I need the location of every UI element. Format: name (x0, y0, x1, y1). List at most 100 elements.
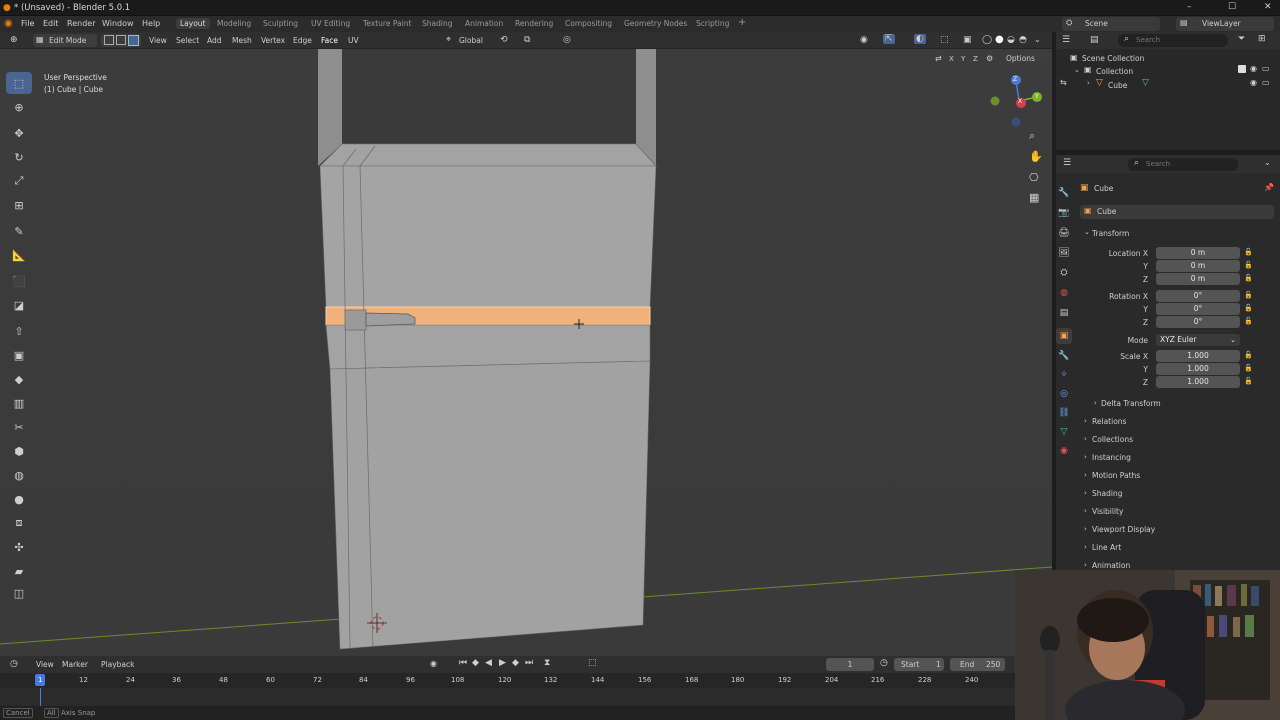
tab-geometry-nodes[interactable]: Geometry Nodes (624, 19, 687, 28)
gizmo-toggle-icon[interactable]: ⇱ (883, 34, 895, 44)
location-x-lock-icon[interactable]: 🔓 (1244, 248, 1253, 256)
smooth-tool-icon[interactable]: ● (6, 488, 32, 510)
mirror-y-toggle[interactable]: Y (961, 55, 965, 63)
transform-header[interactable]: Transform (1092, 229, 1129, 238)
3d-viewport[interactable]: User Perspective (1) Cube | Cube ⇄ X Y Z… (0, 49, 1052, 656)
tab-animation[interactable]: Animation (465, 19, 503, 28)
collections-expand-icon[interactable]: › (1084, 435, 1087, 443)
mirror-z-toggle[interactable]: Z (973, 55, 978, 63)
collection-label[interactable]: Collection (1096, 67, 1133, 76)
tab-modeling[interactable]: Modeling (217, 19, 251, 28)
instancing-expand-icon[interactable]: › (1084, 453, 1087, 461)
orientation-selector[interactable]: Global (459, 36, 483, 45)
menu-edge[interactable]: Edge (293, 36, 312, 45)
add-object-tool-icon[interactable]: ◪ (6, 294, 32, 316)
cube-hide-eye-icon[interactable]: ◉ (1250, 78, 1257, 87)
rip-tool-icon[interactable]: ◫ (6, 582, 32, 604)
panel-collections[interactable]: Collections (1092, 435, 1133, 444)
tab-uv-editing[interactable]: UV Editing (311, 19, 350, 28)
line-art-expand-icon[interactable]: › (1084, 543, 1087, 551)
knife-tool-icon[interactable]: ✂ (6, 416, 32, 438)
pivot-icon[interactable]: ⟲ (500, 35, 508, 45)
menu-help[interactable]: Help (142, 19, 160, 28)
menu-render[interactable]: Render (67, 19, 95, 28)
maximize-button[interactable]: ☐ (1228, 2, 1236, 12)
auto-key-icon[interactable]: ◉ (430, 659, 437, 668)
object-tab-icon[interactable]: ▣ (1056, 328, 1072, 344)
outliner-editor-icon[interactable]: ☰ (1062, 35, 1070, 45)
preview-range-icon[interactable]: ◷ (880, 658, 888, 668)
rotation-mode-dropdown[interactable]: XYZ Euler ⌄ (1156, 334, 1240, 346)
physics-tab-icon[interactable]: ◎ (1056, 386, 1072, 402)
panel-viewport-display[interactable]: Viewport Display (1092, 525, 1155, 534)
next-keyframe-icon[interactable]: ◆ (512, 658, 519, 668)
options-dropdown[interactable]: Options (1003, 52, 1047, 65)
wireframe-shading-icon[interactable]: ◯ (982, 35, 992, 45)
outliner-search-input[interactable]: ⌕ Search (1118, 34, 1228, 47)
grid-view-icon[interactable]: ▦ (1029, 191, 1039, 204)
motion-paths-expand-icon[interactable]: › (1084, 471, 1087, 479)
collection-expand-icon[interactable]: ⌄ (1074, 66, 1080, 74)
scale-x-field[interactable]: 1.000 (1156, 350, 1240, 362)
tab-texture-paint[interactable]: Texture Paint (363, 19, 411, 28)
menu-edit[interactable]: Edit (43, 19, 59, 28)
scale-z-field[interactable]: 1.000 (1156, 376, 1240, 388)
solid-shading-icon[interactable]: ● (995, 34, 1004, 45)
particles-tab-icon[interactable]: ✧ (1056, 367, 1072, 383)
scene-tab-icon[interactable]: ⛭ (1056, 265, 1072, 281)
frame-ruler[interactable]: 1 12 24 36 48 60 72 84 96 108 120 132 14… (0, 673, 1015, 688)
modifiers-tab-icon[interactable]: 🔧 (1056, 348, 1072, 364)
cube-render-toggle-icon[interactable]: ▭ (1262, 78, 1270, 87)
face-select-icon[interactable] (128, 35, 139, 46)
shear-tool-icon[interactable]: ▰ (6, 560, 32, 582)
rotation-x-lock-icon[interactable]: 🔓 (1244, 291, 1253, 299)
shrink-fatten-tool-icon[interactable]: ✣ (6, 536, 32, 558)
menu-view[interactable]: View (149, 36, 167, 45)
xray-icon[interactable]: ▣ (963, 35, 972, 45)
location-y-field[interactable]: 0 m (1156, 260, 1240, 272)
timeline-menu-marker[interactable]: Marker (62, 660, 88, 669)
timeline-menu-playback[interactable]: Playback (101, 660, 134, 669)
mesh-overlay-icon[interactable]: ⬚ (940, 35, 949, 45)
menu-select[interactable]: Select (176, 36, 199, 45)
tab-sculpting[interactable]: Sculpting (263, 19, 298, 28)
location-x-field[interactable]: 0 m (1156, 247, 1240, 259)
properties-options-icon[interactable]: ⌄ (1264, 158, 1271, 167)
cursor-tool-icon[interactable]: ⊕ (6, 96, 32, 118)
pan-hand-icon[interactable]: ✋ (1029, 150, 1043, 163)
pin-icon[interactable]: 📌 (1264, 183, 1274, 192)
rotation-z-lock-icon[interactable]: 🔓 (1244, 317, 1253, 325)
shading-options-icon[interactable]: ⌄ (1034, 35, 1041, 44)
inset-tool-icon[interactable]: ▣ (6, 344, 32, 366)
scale-y-field[interactable]: 1.000 (1156, 363, 1240, 375)
mesh-options-icon[interactable]: ⚙ (986, 54, 993, 63)
world-tab-icon[interactable]: ◍ (1056, 285, 1072, 301)
tab-rendering[interactable]: Rendering (515, 19, 553, 28)
prev-keyframe-icon[interactable]: ◆ (472, 658, 479, 668)
add-workspace-button[interactable]: + (738, 17, 746, 28)
rendered-shading-icon[interactable]: ◓ (1019, 35, 1027, 45)
visibility-expand-icon[interactable]: › (1084, 507, 1087, 515)
editor-type-icon[interactable]: ⊕ (10, 35, 18, 45)
render-tab-icon[interactable]: 📷 (1056, 205, 1072, 221)
rotation-z-field[interactable]: 0° (1156, 316, 1240, 328)
tab-compositing[interactable]: Compositing (565, 19, 612, 28)
play-reverse-icon[interactable]: ◀ (485, 658, 492, 668)
scene-selector[interactable]: ⛭ Scene (1062, 17, 1160, 31)
extrude-tool-icon[interactable]: ⇧ (6, 320, 32, 342)
scale-x-lock-icon[interactable]: 🔓 (1244, 351, 1253, 359)
transform-tool-icon[interactable]: ⊞ (6, 194, 32, 216)
menu-mesh[interactable]: Mesh (232, 36, 252, 45)
loop-cut-tool-icon[interactable]: ▥ (6, 392, 32, 414)
bevel-tool-icon[interactable]: ◆ (6, 368, 32, 390)
measure-tool-icon[interactable]: 📐 (6, 244, 32, 266)
keying-set-icon[interactable]: ⬚ (588, 658, 597, 668)
relations-expand-icon[interactable]: › (1084, 417, 1087, 425)
new-collection-icon[interactable]: ⊞ (1258, 34, 1266, 44)
filter-icon[interactable]: ⏷ (1238, 34, 1245, 44)
properties-search-input[interactable]: ⌕ Search (1128, 158, 1238, 171)
animation-expand-icon[interactable]: › (1084, 561, 1087, 569)
spin-tool-icon[interactable]: ◍ (6, 464, 32, 486)
overlay-toggle-icon[interactable]: ◐ (914, 34, 926, 44)
tab-layout[interactable]: Layout (176, 18, 210, 29)
